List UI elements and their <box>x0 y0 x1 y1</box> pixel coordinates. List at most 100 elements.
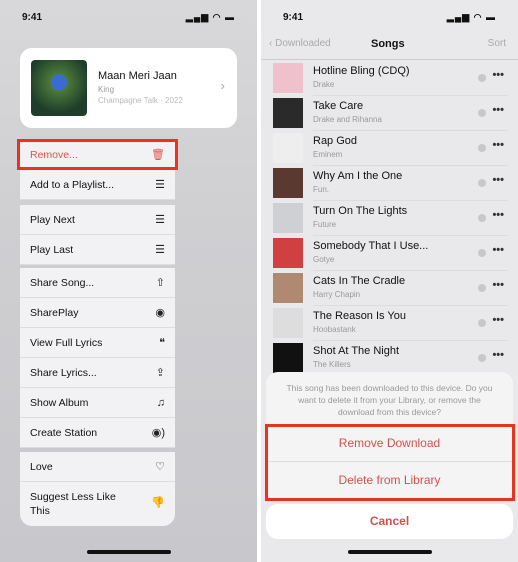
album-thumbnail <box>273 238 303 268</box>
add-playlist-icon: ☰ <box>155 179 165 191</box>
menu-item-play-next[interactable]: Play Next ☰ <box>20 205 175 235</box>
song-row[interactable]: Turn On The Lights Future ••• <box>261 201 518 236</box>
song-title: Why Am I the One <box>313 170 403 182</box>
song-artist: Gotye <box>313 255 335 264</box>
more-icon[interactable]: ••• <box>492 104 504 116</box>
time: 9:41 <box>283 12 304 23</box>
album-thumbnail <box>273 98 303 128</box>
song-row[interactable]: Why Am I the One Fun. ••• <box>261 166 518 201</box>
song-title: Turn On The Lights <box>313 205 408 217</box>
downloaded-icon <box>478 214 486 222</box>
more-icon[interactable]: ••• <box>492 279 504 291</box>
song-row[interactable]: Cats In The Cradle Harry Chapin ••• <box>261 271 518 306</box>
time: 9:41 <box>22 12 43 23</box>
left-screen: 9:41 ▂▄▆ ◠ ▬ Maan Meri Jaan King Champag… <box>0 0 257 562</box>
song-title: Rap God <box>313 135 358 147</box>
play-next-icon: ☰ <box>155 214 165 226</box>
song-title: Maan Meri Jaan <box>98 70 177 82</box>
song-artist: The Killers <box>313 360 351 369</box>
downloaded-icon <box>478 319 486 327</box>
song-row[interactable]: Somebody That I Use... Gotye ••• <box>261 236 518 271</box>
more-icon[interactable]: ••• <box>492 174 504 186</box>
status-icons: ▂▄▆ ◠ ▬ <box>185 12 235 22</box>
song-row[interactable]: Shot At The Night The Killers ••• <box>261 341 518 376</box>
more-icon[interactable]: ••• <box>492 139 504 151</box>
nav-bar: ‹ Downloaded Songs Sort <box>261 38 518 60</box>
page-title: Songs <box>371 38 405 50</box>
thumbs-down-icon: 👎 <box>151 497 165 509</box>
song-artist: Fun. <box>313 185 330 194</box>
album-thumbnail <box>273 63 303 93</box>
song-card[interactable]: Maan Meri Jaan King Champagne Talk · 202… <box>20 48 237 128</box>
song-album: Champagne Talk · 2022 <box>98 96 183 105</box>
downloaded-icon <box>478 179 486 187</box>
song-title: Hotline Bling (CDQ) <box>313 65 410 77</box>
song-artist: Drake and Rihanna <box>313 115 382 124</box>
menu-item-view-full-lyrics[interactable]: View Full Lyrics ❝ <box>20 328 175 358</box>
status-bar: 9:41 ▂▄▆ ◠ ▬ <box>22 12 235 26</box>
menu-group: Add to a Playlist... ☰ <box>20 170 175 200</box>
lyrics-icon: ❝ <box>159 337 165 349</box>
status-icons: ▂▄▆ ◠ ▬ <box>446 12 496 22</box>
downloaded-icon <box>478 249 486 257</box>
menu-item-suggest-less-like-this[interactable]: Suggest Less Like This 👎 <box>20 482 175 526</box>
song-row[interactable]: The Reason Is You Hoobastank ••• <box>261 306 518 341</box>
highlight-box <box>265 424 515 501</box>
downloaded-icon <box>478 144 486 152</box>
song-artist: Harry Chapin <box>313 290 361 299</box>
downloaded-icon <box>478 354 486 362</box>
play-last-icon: ☰ <box>155 244 165 256</box>
menu-item-share-song[interactable]: Share Song... ⇧ <box>20 268 175 298</box>
song-row[interactable]: Take Care Drake and Rihanna ••• <box>261 96 518 131</box>
menu-item-label: Love <box>30 461 53 473</box>
downloaded-icon <box>478 284 486 292</box>
menu-item-play-last[interactable]: Play Last ☰ <box>20 235 175 265</box>
menu-item-add-to-a-playlist[interactable]: Add to a Playlist... ☰ <box>20 170 175 200</box>
heart-icon: ♡ <box>155 461 165 473</box>
album-icon: ♫ <box>156 397 165 409</box>
album-thumbnail <box>273 203 303 233</box>
menu-item-label: Share Lyrics... <box>30 367 97 379</box>
song-artist: Future <box>313 220 337 229</box>
right-screen: 9:41 ▂▄▆ ◠ ▬ ‹ Downloaded Songs Sort Hot… <box>261 0 518 562</box>
album-thumbnail <box>273 343 303 373</box>
song-title: Take Care <box>313 100 364 112</box>
menu-item-label: Play Next <box>30 214 75 226</box>
song-title: The Reason Is You <box>313 310 406 322</box>
song-row[interactable]: Rap God Eminem ••• <box>261 131 518 166</box>
menu-item-shareplay[interactable]: SharePlay ◉ <box>20 298 175 328</box>
menu-item-create-station[interactable]: Create Station ◉) <box>20 418 175 448</box>
song-artist: Hoobastank <box>313 325 356 334</box>
menu-item-love[interactable]: Love ♡ <box>20 452 175 482</box>
album-thumbnail <box>273 133 303 163</box>
menu-item-share-lyrics[interactable]: Share Lyrics... ⇪ <box>20 358 175 388</box>
menu-group: Love ♡ Suggest Less Like This 👎 <box>20 452 175 526</box>
menu-item-label: Show Album <box>30 397 89 409</box>
downloaded-icon <box>478 74 486 82</box>
song-row[interactable]: Hotline Bling (CDQ) Drake ••• <box>261 61 518 96</box>
chevron-right-icon: › <box>220 78 225 93</box>
highlight-box <box>17 139 178 170</box>
downloaded-icon <box>478 109 486 117</box>
more-icon[interactable]: ••• <box>492 349 504 361</box>
more-icon[interactable]: ••• <box>492 209 504 221</box>
status-bar: 9:41 ▂▄▆ ◠ ▬ <box>283 12 496 26</box>
menu-item-show-album[interactable]: Show Album ♫ <box>20 388 175 418</box>
album-thumbnail <box>273 168 303 198</box>
menu-item-label: Create Station <box>30 427 98 439</box>
cancel-button[interactable]: Cancel <box>266 504 513 539</box>
back-button[interactable]: ‹ Downloaded <box>269 38 331 49</box>
more-icon[interactable]: ••• <box>492 314 504 326</box>
sort-button[interactable]: Sort <box>488 38 506 49</box>
menu-group: Play Next ☰ Play Last ☰ <box>20 205 175 265</box>
share-icon: ⇧ <box>155 277 165 289</box>
album-thumbnail <box>273 308 303 338</box>
more-icon[interactable]: ••• <box>492 244 504 256</box>
album-thumbnail <box>273 273 303 303</box>
sheet-message: This song has been downloaded to this de… <box>266 372 513 425</box>
menu-item-label: View Full Lyrics <box>30 337 103 349</box>
more-icon[interactable]: ••• <box>492 69 504 81</box>
album-art <box>31 60 87 116</box>
home-indicator <box>347 550 432 554</box>
song-title: Somebody That I Use... <box>313 240 429 252</box>
